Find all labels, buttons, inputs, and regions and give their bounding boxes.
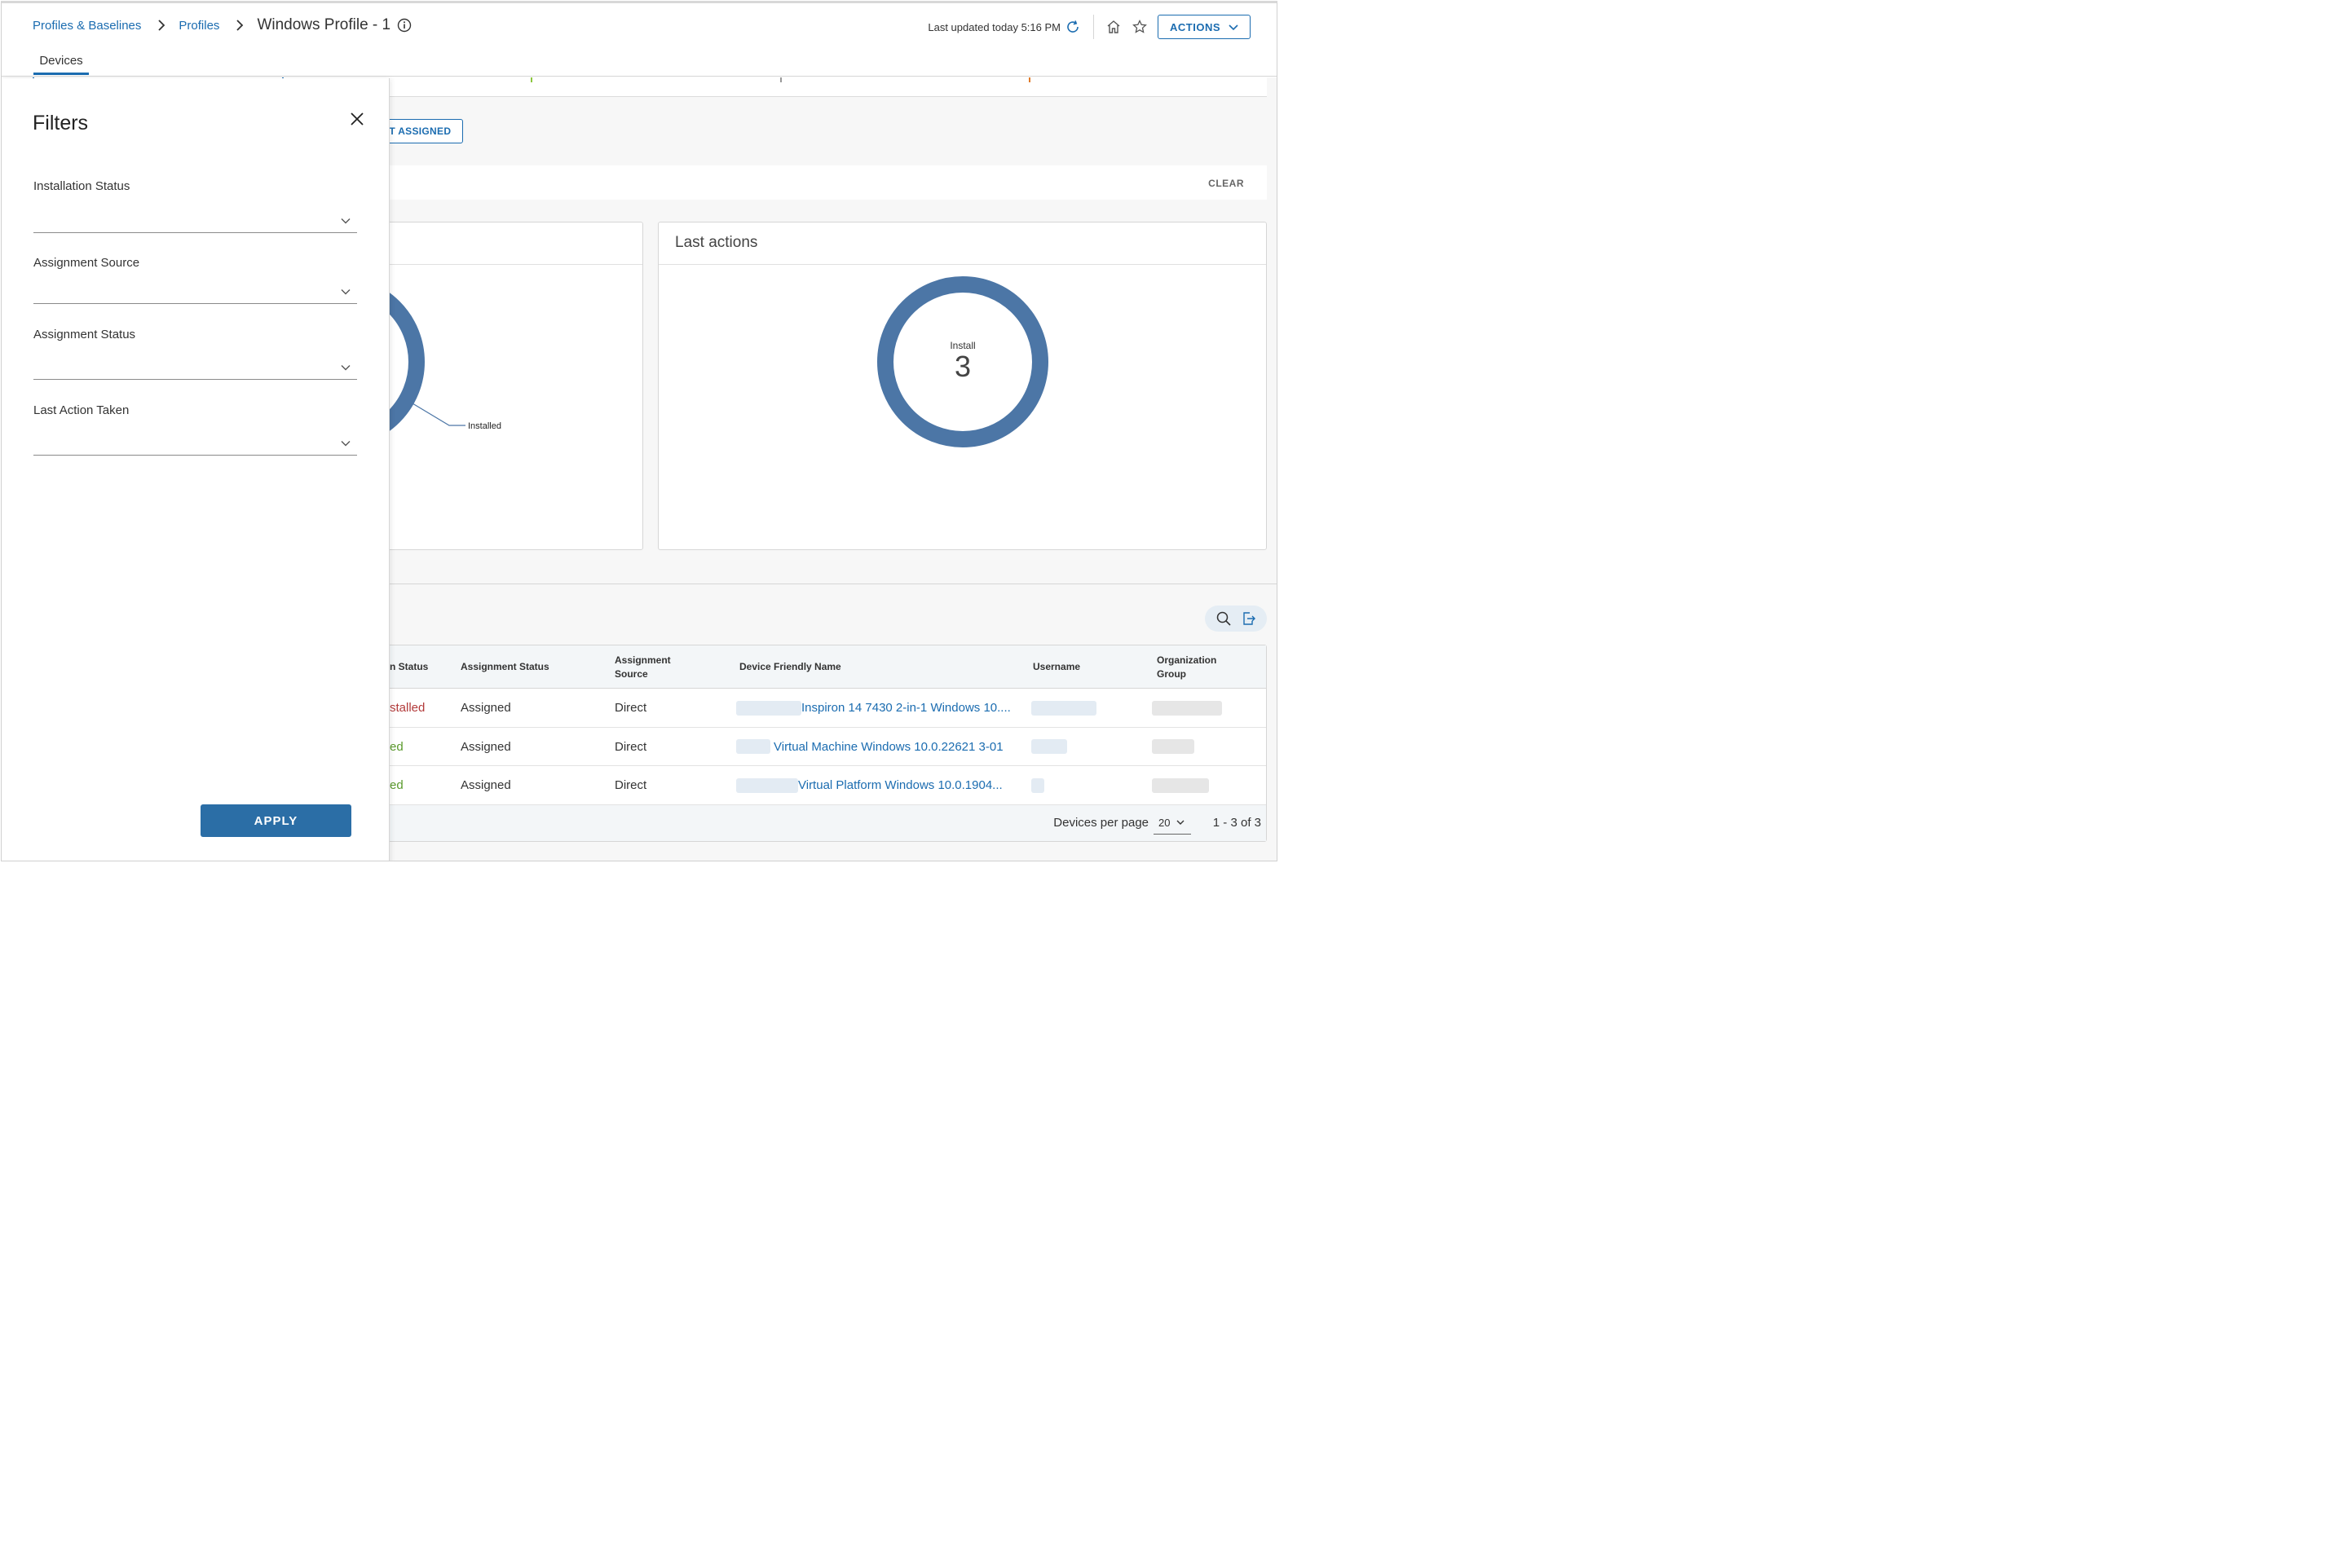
cell-organization-group: [1152, 689, 1222, 727]
status-tick: [531, 77, 532, 82]
pagination-text: 1 - 3 of 3: [1212, 815, 1261, 830]
star-icon[interactable]: [1132, 19, 1148, 35]
tab-devices[interactable]: Devices: [33, 54, 89, 75]
filters-title: Filters: [33, 112, 89, 134]
breadcrumb-profiles-baselines[interactable]: Profiles & Baselines: [33, 19, 141, 33]
chevron-down-icon: [341, 441, 351, 447]
cell-assignment-source: Direct: [615, 778, 647, 792]
cell-assignment-source: Direct: [615, 739, 647, 754]
cell-organization-group: [1152, 766, 1209, 804]
column-device-friendly-name[interactable]: Device Friendly Name: [739, 645, 841, 689]
actions-label: ACTIONS: [1170, 20, 1220, 33]
chevron-down-icon: [1229, 24, 1238, 31]
chevron-down-icon: [341, 218, 351, 224]
device-link[interactable]: Virtual Platform Windows 10.0.1904...: [798, 766, 1003, 804]
divider: [1093, 15, 1094, 39]
installation-status-label: Installation Status: [33, 179, 130, 193]
cell-device-name-blur: [736, 728, 770, 766]
last-action-taken-select[interactable]: [33, 428, 357, 456]
status-tick: [780, 77, 782, 82]
column-assignment-status[interactable]: Assignment Status: [461, 645, 549, 689]
donut-label-installed: Installed: [468, 421, 501, 431]
assignment-source-label: Assignment Source: [33, 256, 140, 270]
clear-button[interactable]: CLEAR: [1208, 178, 1244, 189]
cell-installation-status: ed: [390, 739, 404, 754]
device-link[interactable]: Virtual Machine Windows 10.0.22621 3-01: [774, 728, 1004, 766]
cell-assignment-status: Assigned: [461, 778, 511, 792]
leader-line: [412, 403, 465, 426]
chevron-right-icon: [234, 20, 245, 31]
device-link[interactable]: Inspiron 14 7430 2-in-1 Windows 10....: [801, 689, 1011, 727]
installation-status-select[interactable]: [33, 205, 357, 233]
cell-assignment-status: Assigned: [461, 739, 511, 754]
chevron-right-icon: [156, 20, 167, 31]
close-icon[interactable]: [349, 111, 365, 127]
assignment-status-label: Assignment Status: [33, 328, 136, 341]
header-tools: Last updated today 5:16 PM ACTIONS: [928, 15, 1251, 39]
assignment-status-select[interactable]: [33, 352, 357, 380]
app-window: Profiles & Baselines Profiles Windows Pr…: [1, 1, 1277, 861]
cell-installation-status: stalled: [390, 701, 426, 715]
chevron-down-icon: [341, 289, 351, 295]
info-icon[interactable]: [397, 18, 412, 33]
actions-button[interactable]: ACTIONS: [1158, 15, 1251, 39]
home-icon[interactable]: [1105, 19, 1122, 35]
cell-username: [1031, 728, 1067, 766]
cell-assignment-status: Assigned: [461, 701, 511, 715]
breadcrumb: Profiles & Baselines Profiles Windows Pr…: [33, 16, 412, 34]
column-username[interactable]: Username: [1033, 645, 1080, 689]
last-actions-donut-svg: Install 3: [877, 276, 1048, 447]
per-page-value: 20: [1158, 816, 1171, 829]
card-title-last-actions: Last actions: [659, 222, 1266, 265]
page-title: Windows Profile - 1: [257, 16, 391, 33]
per-page-label: Devices per page: [1053, 815, 1149, 830]
chevron-down-icon: [1176, 820, 1185, 825]
cell-assignment-source: Direct: [615, 701, 647, 715]
donut-center-value: 3: [955, 350, 971, 383]
last-actions-donut-chart: Install 3: [659, 265, 1266, 550]
breadcrumb-profiles[interactable]: Profiles: [179, 19, 219, 33]
page-header: Profiles & Baselines Profiles Windows Pr…: [2, 3, 1277, 77]
filters-panel: Filters Installation Status Assignment S…: [2, 78, 390, 861]
refresh-icon[interactable]: [1065, 20, 1080, 34]
status-tick: [1029, 77, 1030, 82]
table-tools: [1205, 606, 1267, 632]
last-actions-card: Last actions Install 3: [658, 222, 1267, 550]
column-organization-group[interactable]: Organization Group: [1157, 645, 1230, 689]
column-assignment-source[interactable]: Assignment Source: [615, 645, 688, 689]
cell-installation-status: ed: [390, 778, 404, 792]
chevron-down-icon: [341, 365, 351, 371]
last-updated-text: Last updated today 5:16 PM: [928, 20, 1061, 33]
apply-button[interactable]: APPLY: [201, 804, 351, 837]
search-icon[interactable]: [1215, 610, 1232, 627]
assignment-source-select[interactable]: [33, 276, 357, 304]
cell-device-name-blur: [736, 689, 801, 727]
per-page-select[interactable]: 20: [1154, 812, 1191, 835]
cell-username: [1031, 766, 1044, 804]
cell-organization-group: [1152, 728, 1194, 766]
cell-device-name-blur: [736, 766, 798, 804]
last-action-taken-label: Last Action Taken: [33, 403, 130, 417]
export-icon[interactable]: [1240, 610, 1256, 627]
column-installation-status[interactable]: n Status: [390, 645, 428, 689]
cell-username: [1031, 689, 1096, 727]
